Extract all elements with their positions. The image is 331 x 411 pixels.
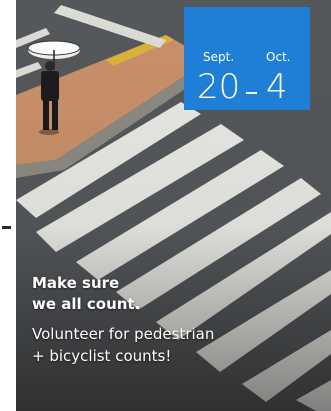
headline-line-1: Make sure <box>32 274 120 292</box>
headline: Make sure we all count. <box>32 273 140 315</box>
start-day: 20 <box>197 67 241 107</box>
headline-line-2: we all count. <box>32 295 141 313</box>
date-range-badge: Sept. Oct. 20 4 <box>184 7 310 110</box>
date-range-separator <box>246 92 257 94</box>
subline-line-1: Volunteer for pedestrian <box>32 325 215 343</box>
poster-photo: Sept. Oct. 20 4 Make sure we all count. … <box>16 0 331 411</box>
start-month: Sept. <box>203 50 235 64</box>
call-to-action-text: Volunteer for pedestrian + bicyclist cou… <box>32 323 214 367</box>
end-month: Oct. <box>266 50 291 64</box>
edge-dash-mark <box>2 226 11 229</box>
subline-line-2: + bicyclist counts! <box>32 347 172 365</box>
end-day: 4 <box>266 67 288 107</box>
